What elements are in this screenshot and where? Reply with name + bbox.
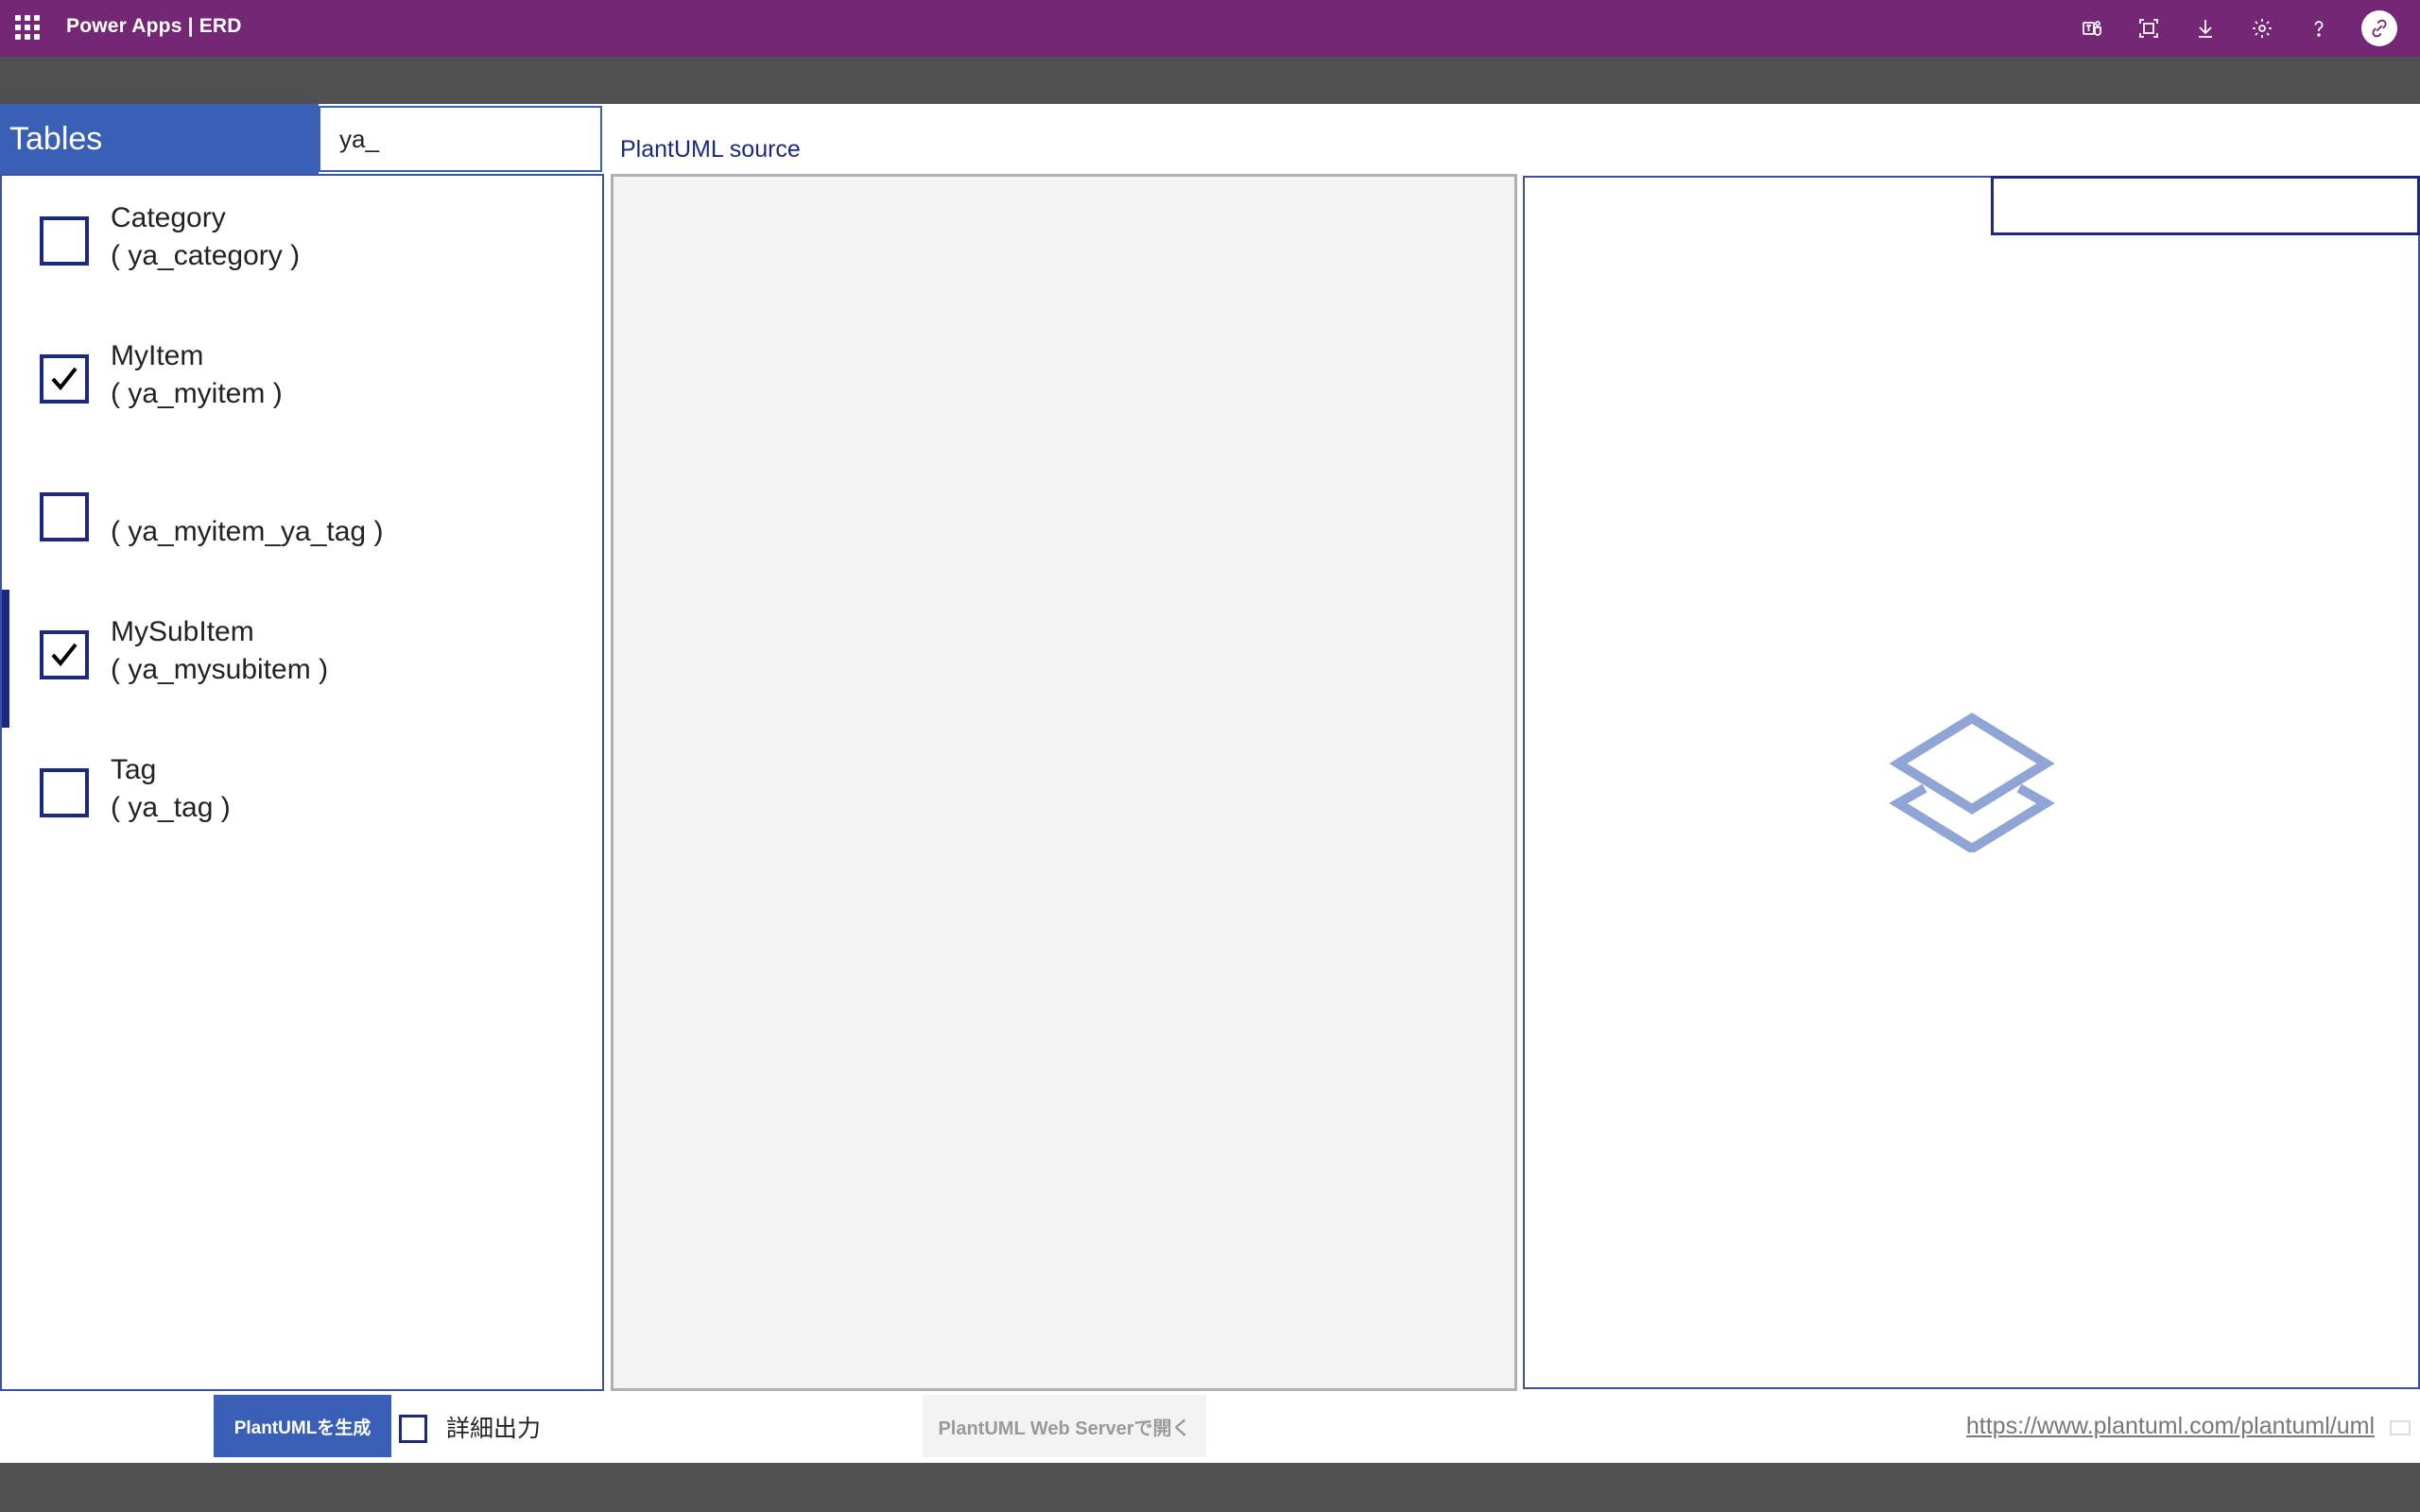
- list-item-category[interactable]: Category ( ya_category ): [2, 176, 602, 314]
- checkmark-icon: [51, 643, 78, 667]
- table-logical-name: ( ya_tag ): [111, 792, 231, 823]
- plantuml-url-link[interactable]: https://www.plantuml.com/plantuml/uml: [1966, 1413, 2375, 1440]
- help-icon[interactable]: [2305, 14, 2333, 43]
- table-checkbox-myitem[interactable]: [40, 354, 89, 404]
- table-checkbox-category[interactable]: [40, 216, 89, 266]
- table-checkbox-myitem-ya-tag[interactable]: [40, 492, 89, 541]
- open-plantuml-web-server-button[interactable]: PlantUML Web Serverで開く: [923, 1395, 1206, 1457]
- table-logical-name: ( ya_myitem_ya_tag ): [111, 516, 384, 547]
- table-display-name: MyItem: [111, 340, 204, 371]
- header-toolbar: [2078, 0, 2397, 57]
- avatar[interactable]: [2361, 10, 2397, 46]
- plantuml-source-label: PlantUML source: [620, 136, 801, 163]
- copy-icon[interactable]: [2390, 1420, 2411, 1435]
- fit-screen-icon[interactable]: [2135, 14, 2163, 43]
- list-item-tag[interactable]: Tag ( ya_tag ): [2, 728, 602, 866]
- table-list: Category ( ya_category ) MyItem ( ya_myi…: [0, 174, 604, 1391]
- generate-plantuml-button[interactable]: PlantUMLを生成: [214, 1395, 391, 1457]
- list-item-mysubitem[interactable]: MySubItem ( ya_mysubitem ): [2, 590, 602, 728]
- app-launcher-icon[interactable]: [15, 15, 40, 40]
- table-checkbox-tag[interactable]: [40, 768, 89, 817]
- image-placeholder-layers-icon: [1889, 713, 2055, 852]
- detail-output-checkbox[interactable]: [399, 1415, 427, 1443]
- table-display-name: Tag: [111, 754, 157, 785]
- bottom-band: [0, 1463, 2420, 1512]
- table-display-name: MySubItem: [111, 616, 254, 647]
- table-checkbox-mysubitem[interactable]: [40, 630, 89, 679]
- plantuml-source-textarea[interactable]: [611, 174, 1517, 1391]
- settings-icon[interactable]: [2248, 14, 2276, 43]
- tables-title: Tables: [9, 121, 103, 157]
- teams-icon[interactable]: [2078, 14, 2106, 43]
- download-icon[interactable]: [2191, 14, 2220, 43]
- table-logical-name: ( ya_category ): [111, 240, 301, 271]
- table-logical-name: ( ya_mysubitem ): [111, 654, 329, 685]
- command-bar-band: [0, 57, 2420, 104]
- tables-header: Tables: [0, 104, 319, 174]
- detail-output-label: 詳細出力: [446, 1415, 542, 1442]
- table-search-input[interactable]: [319, 106, 602, 172]
- app-header: Power Apps | ERD: [0, 0, 2420, 57]
- preview-url-input[interactable]: [1991, 176, 2420, 235]
- list-item-myitem[interactable]: MyItem ( ya_myitem ): [2, 314, 602, 452]
- app-title: Power Apps | ERD: [66, 15, 242, 37]
- list-item-myitem-ya-tag[interactable]: ( ya_myitem_ya_tag ): [2, 452, 602, 590]
- table-display-name: Category: [111, 202, 226, 233]
- checkmark-icon: [51, 367, 78, 391]
- table-logical-name: ( ya_myitem ): [111, 378, 283, 409]
